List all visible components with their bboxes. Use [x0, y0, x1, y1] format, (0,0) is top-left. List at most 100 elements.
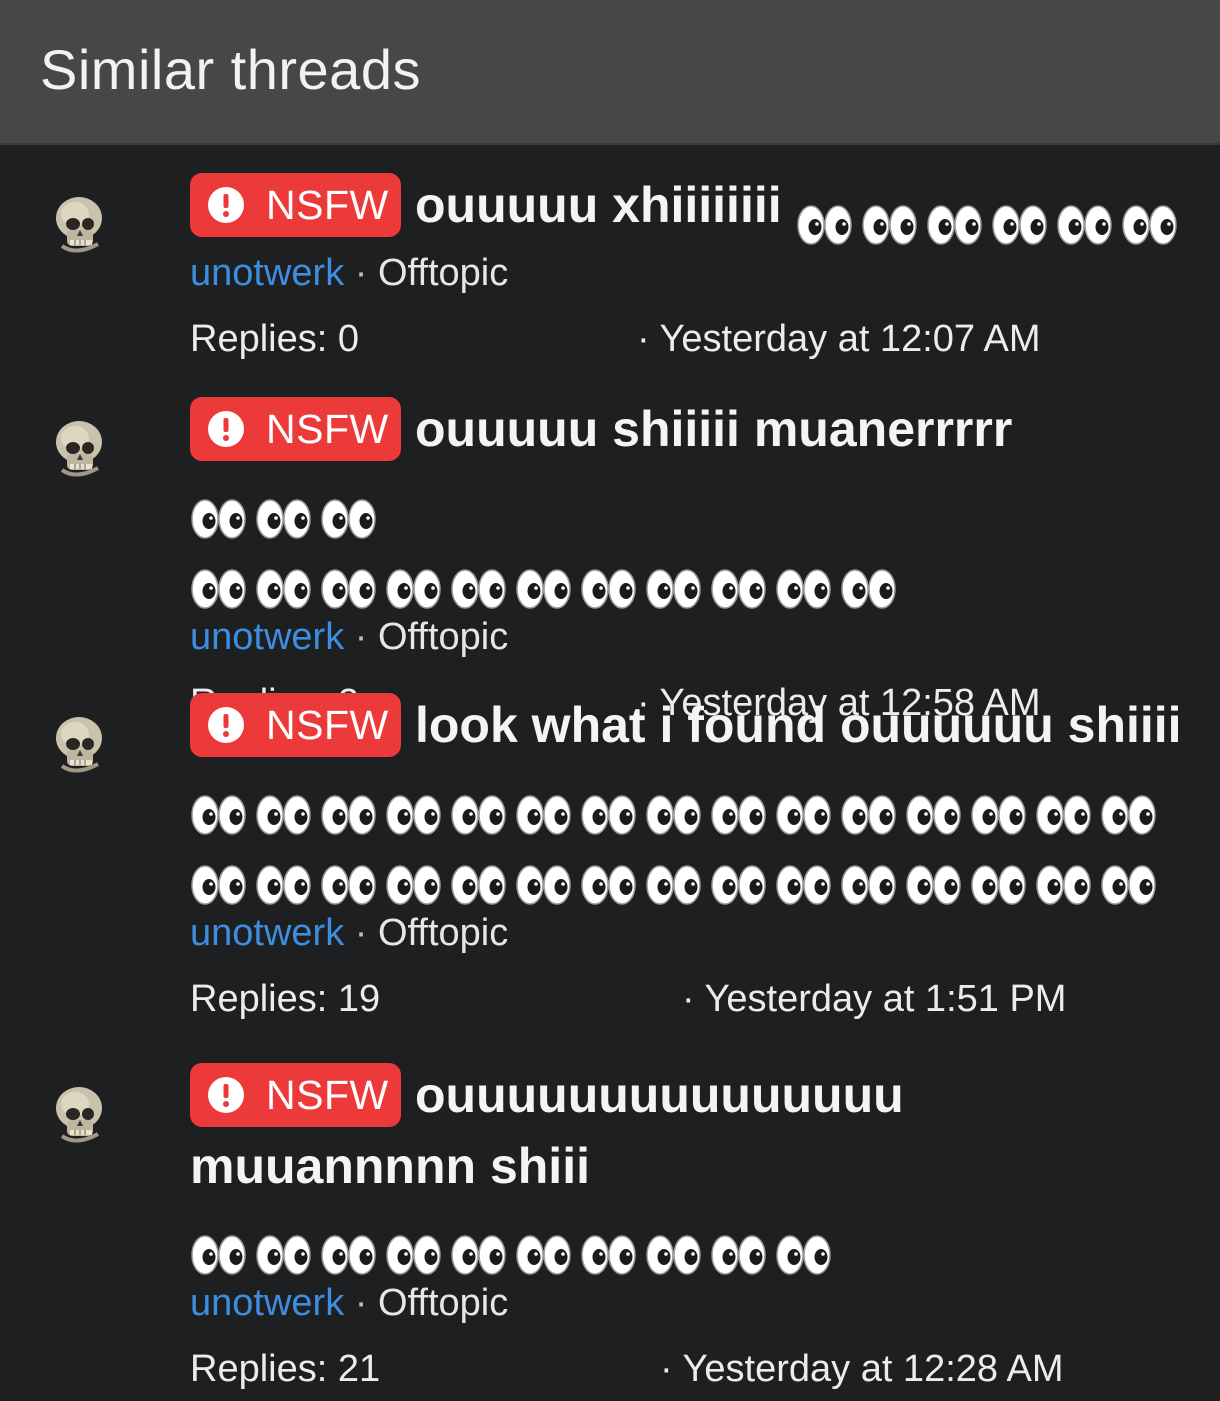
eyes-emoji-icon [320, 1226, 378, 1276]
eyes-emoji-icon [796, 196, 854, 245]
eyes-emoji-icon [255, 560, 313, 610]
nsfw-label: NSFW [266, 1071, 389, 1118]
eyes-emoji-icon [1056, 196, 1114, 245]
eyes-emoji-icon [190, 490, 248, 540]
eyes-emoji-icon [515, 856, 573, 906]
thread-title[interactable]: NSFW look what i found ouuuuuu shiiii [190, 690, 1200, 906]
eyes-emoji-icon [970, 856, 1028, 906]
eyes-emoji-icon [255, 1226, 313, 1276]
nsfw-badge: NSFW [190, 1062, 401, 1127]
eyes-emoji-icon [385, 560, 443, 610]
eyes-emoji-icon [255, 490, 313, 540]
eyes-emoji-group [190, 475, 385, 540]
thread-meta: unotwerk · Offtopic [190, 1275, 1200, 1331]
thread-title-text[interactable]: look what i found ouuuuuu shiiii [415, 697, 1182, 753]
forum-link[interactable]: Offtopic [378, 1282, 508, 1324]
section-header: Similar threads [0, 0, 1220, 145]
thread-title-text[interactable]: ouuuuu shiiiii muanerrrrr [415, 401, 1012, 457]
thread-title[interactable]: NSFW ouuuuu shiiiii muanerrrrr [190, 394, 1200, 610]
exclamation-circle-icon [208, 1076, 244, 1113]
eyes-emoji-icon [385, 786, 443, 836]
author-link[interactable]: unotwerk [190, 616, 344, 658]
eyes-emoji-icon [840, 856, 898, 906]
thread-stats: Replies: 19 · Yesterday at 1:51 PM [190, 967, 1200, 1031]
skull-icon[interactable] [52, 714, 108, 776]
eyes-emoji-icon [861, 196, 919, 245]
eyes-emoji-icon [320, 856, 378, 906]
eyes-emoji-icon [385, 856, 443, 906]
nsfw-label: NSFW [266, 181, 389, 228]
eyes-emoji-group [190, 771, 1165, 836]
meta-separator: · [354, 251, 368, 294]
eyes-emoji-icon [1100, 856, 1158, 906]
forum-link[interactable]: Offtopic [378, 912, 508, 954]
replies-count: Replies: 0 [190, 317, 359, 360]
eyes-emoji-icon [775, 1226, 833, 1276]
nsfw-badge: NSFW [190, 692, 401, 757]
thread-stats: Replies: 0 · Yesterday at 12:07 AM [190, 307, 1200, 371]
eyes-emoji-icon [1121, 196, 1179, 245]
eyes-emoji-icon [775, 856, 833, 906]
eyes-emoji-icon [840, 786, 898, 836]
eyes-emoji-icon [710, 1226, 768, 1276]
eyes-emoji-icon [905, 786, 963, 836]
eyes-emoji-icon [710, 560, 768, 610]
eyes-emoji-group [190, 841, 1165, 906]
eyes-emoji-group [796, 180, 1186, 245]
replies-count: Replies: 19 [190, 977, 381, 1020]
meta-separator: · [354, 911, 368, 954]
exclamation-circle-icon [208, 706, 244, 743]
eyes-emoji-icon [710, 856, 768, 906]
meta-separator: · [354, 615, 368, 658]
eyes-emoji-icon [515, 560, 573, 610]
eyes-emoji-icon [775, 560, 833, 610]
eyes-emoji-icon [515, 786, 573, 836]
eyes-emoji-icon [1035, 786, 1093, 836]
nsfw-badge: NSFW [190, 396, 401, 461]
replies-count: Replies: 21 [190, 1347, 381, 1390]
eyes-emoji-icon [970, 786, 1028, 836]
skull-icon[interactable] [52, 194, 108, 256]
eyes-emoji-icon [1035, 856, 1093, 906]
author-link[interactable]: unotwerk [190, 912, 344, 954]
nsfw-badge: NSFW [190, 172, 401, 237]
eyes-emoji-icon [991, 196, 1049, 245]
last-post-date[interactable]: · Yesterday at 1:51 PM [682, 967, 1066, 1031]
eyes-emoji-icon [840, 560, 898, 610]
thread-title-text[interactable]: ouuuuu xhiiiiiiii [415, 177, 782, 233]
eyes-emoji-icon [450, 786, 508, 836]
eyes-emoji-icon [580, 560, 638, 610]
eyes-emoji-icon [190, 560, 248, 610]
eyes-emoji-icon [190, 1226, 248, 1276]
thread-meta: unotwerk · Offtopic [190, 905, 1200, 961]
eyes-emoji-icon [905, 856, 963, 906]
exclamation-circle-icon [208, 186, 244, 223]
eyes-emoji-icon [450, 560, 508, 610]
thread-title[interactable]: NSFW ouuuuuuuuuuuuuuu muuannnnn shiii [190, 1060, 1200, 1276]
skull-icon[interactable] [52, 1084, 108, 1146]
exclamation-circle-icon [208, 410, 244, 447]
eyes-emoji-icon [1100, 786, 1158, 836]
last-post-date[interactable]: · Yesterday at 12:28 AM [660, 1337, 1064, 1401]
forum-link[interactable]: Offtopic [378, 252, 508, 294]
eyes-emoji-icon [926, 196, 984, 245]
eyes-emoji-icon [320, 560, 378, 610]
eyes-emoji-icon [190, 786, 248, 836]
eyes-emoji-icon [580, 786, 638, 836]
forum-link[interactable]: Offtopic [378, 616, 508, 658]
eyes-emoji-icon [450, 1226, 508, 1276]
eyes-emoji-group [190, 545, 905, 610]
thread-title[interactable]: NSFW ouuuuu xhiiiiiiii [190, 170, 1200, 245]
skull-icon[interactable] [52, 418, 108, 480]
eyes-emoji-icon [255, 786, 313, 836]
eyes-emoji-icon [645, 1226, 703, 1276]
eyes-emoji-icon [710, 786, 768, 836]
last-post-date[interactable]: · Yesterday at 12:07 AM [637, 307, 1041, 371]
eyes-emoji-icon [255, 856, 313, 906]
nsfw-label: NSFW [266, 405, 389, 452]
eyes-emoji-icon [320, 786, 378, 836]
author-link[interactable]: unotwerk [190, 252, 344, 294]
section-title: Similar threads [40, 38, 421, 101]
eyes-emoji-icon [580, 856, 638, 906]
author-link[interactable]: unotwerk [190, 1282, 344, 1324]
